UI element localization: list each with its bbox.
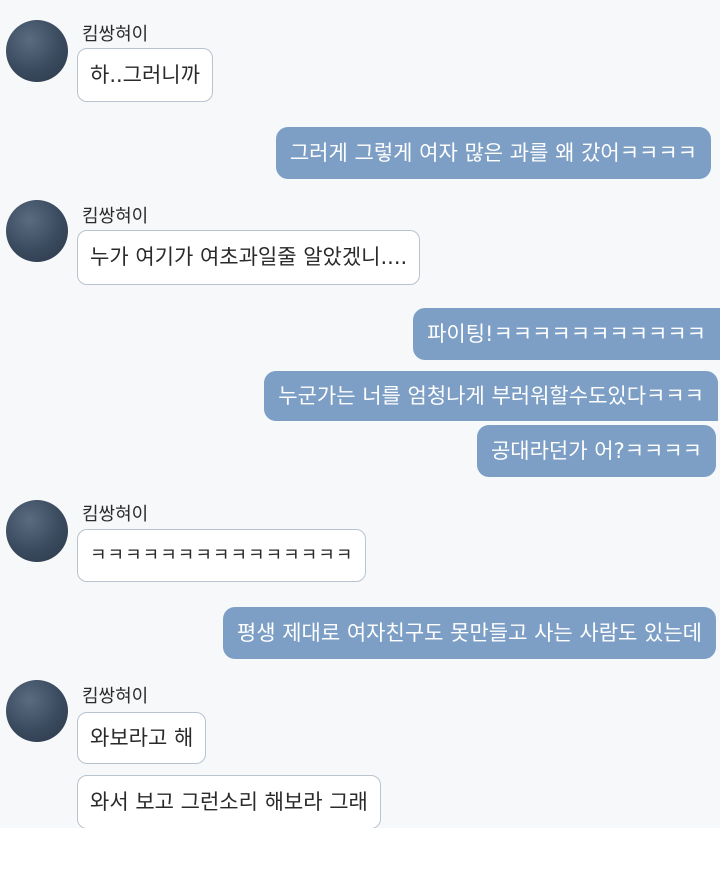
outgoing-message[interactable]: 누군가는 너를 엄청나게 부러워할수도있다ㅋㅋㅋ <box>264 371 718 421</box>
avatar[interactable] <box>6 200 68 262</box>
outgoing-message[interactable]: 공대라던가 어?ㅋㅋㅋㅋ <box>476 425 716 477</box>
incoming-message[interactable]: 와서 보고 그런소리 해보라 그래 <box>77 775 381 828</box>
incoming-message[interactable]: 와보라고 해 <box>77 712 207 764</box>
incoming-message[interactable]: 하..그러니까 <box>77 48 213 102</box>
chat-window: 킴쌍혀이 하..그러니까 그러게 그렇게 여자 많은 과를 왜 갔어ㅋㅋㅋㅋ 킴… <box>0 0 720 828</box>
sender-name: 킴쌍혀이 <box>82 686 149 707</box>
outgoing-message[interactable]: 파이팅!ㅋㅋㅋㅋㅋㅋㅋㅋㅋㅋㅋ <box>413 308 720 360</box>
avatar[interactable] <box>6 680 68 742</box>
avatar[interactable] <box>6 20 68 82</box>
sender-name: 킴쌍혀이 <box>82 206 149 227</box>
incoming-message[interactable]: ㅋㅋㅋㅋㅋㅋㅋㅋㅋㅋㅋㅋㅋㅋㅋ <box>77 529 367 582</box>
outgoing-message[interactable]: 평생 제대로 여자친구도 못만들고 사는 사람도 있는데 <box>222 607 716 659</box>
sender-name: 킴쌍혀이 <box>82 24 149 45</box>
sender-name: 킴쌍혀이 <box>82 504 149 525</box>
outgoing-message[interactable]: 그러게 그렇게 여자 많은 과를 왜 갔어ㅋㅋㅋㅋ <box>275 127 711 179</box>
avatar[interactable] <box>6 500 68 562</box>
incoming-message[interactable]: 누가 여기가 여초과일줄 알았겠니.... <box>77 230 421 285</box>
bottom-area <box>0 828 720 880</box>
